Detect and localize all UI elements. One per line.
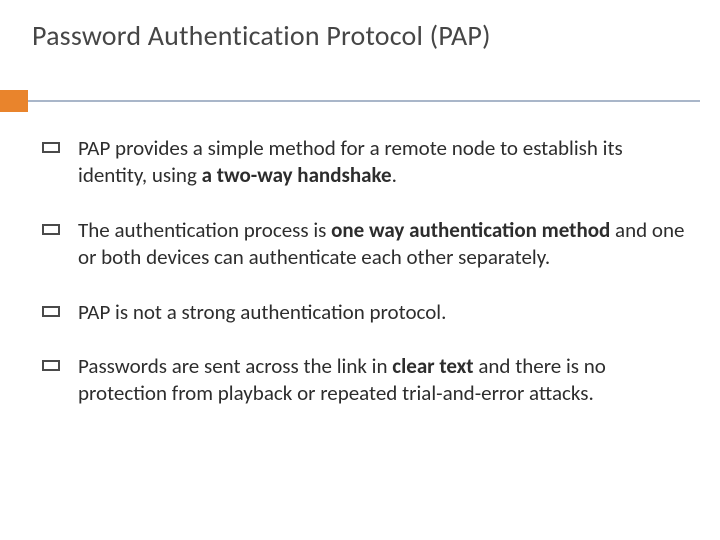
text-fragment: Passwords are sent across the link in <box>78 353 392 379</box>
square-bullet-icon <box>42 306 60 317</box>
square-bullet-icon <box>42 224 60 235</box>
bullet-text: PAP provides a simple method for a remot… <box>78 135 690 189</box>
text-bold: clear text <box>392 353 473 379</box>
divider-line <box>0 100 700 102</box>
text-fragment: . <box>392 162 397 188</box>
text-fragment: PAP is not a strong authentication proto… <box>78 299 446 325</box>
title-divider <box>0 90 720 112</box>
accent-block <box>0 90 28 112</box>
bullet-text: PAP is not a strong authentication proto… <box>78 299 446 326</box>
list-item: Passwords are sent across the link in cl… <box>42 353 690 407</box>
bullet-list: PAP provides a simple method for a remot… <box>42 135 690 435</box>
square-bullet-icon <box>42 142 60 153</box>
slide-title: Password Authentication Protocol (PAP) <box>32 18 688 53</box>
slide: Password Authentication Protocol (PAP) P… <box>0 0 720 540</box>
text-fragment: The authentication process is <box>78 217 331 243</box>
bullet-text: Passwords are sent across the link in cl… <box>78 353 690 407</box>
list-item: The authentication process is one way au… <box>42 217 690 271</box>
list-item: PAP provides a simple method for a remot… <box>42 135 690 189</box>
text-bold: a two-way handshake <box>202 162 392 188</box>
list-item: PAP is not a strong authentication proto… <box>42 299 690 326</box>
square-bullet-icon <box>42 360 60 371</box>
text-bold: one way authentication method <box>331 217 610 243</box>
bullet-text: The authentication process is one way au… <box>78 217 690 271</box>
